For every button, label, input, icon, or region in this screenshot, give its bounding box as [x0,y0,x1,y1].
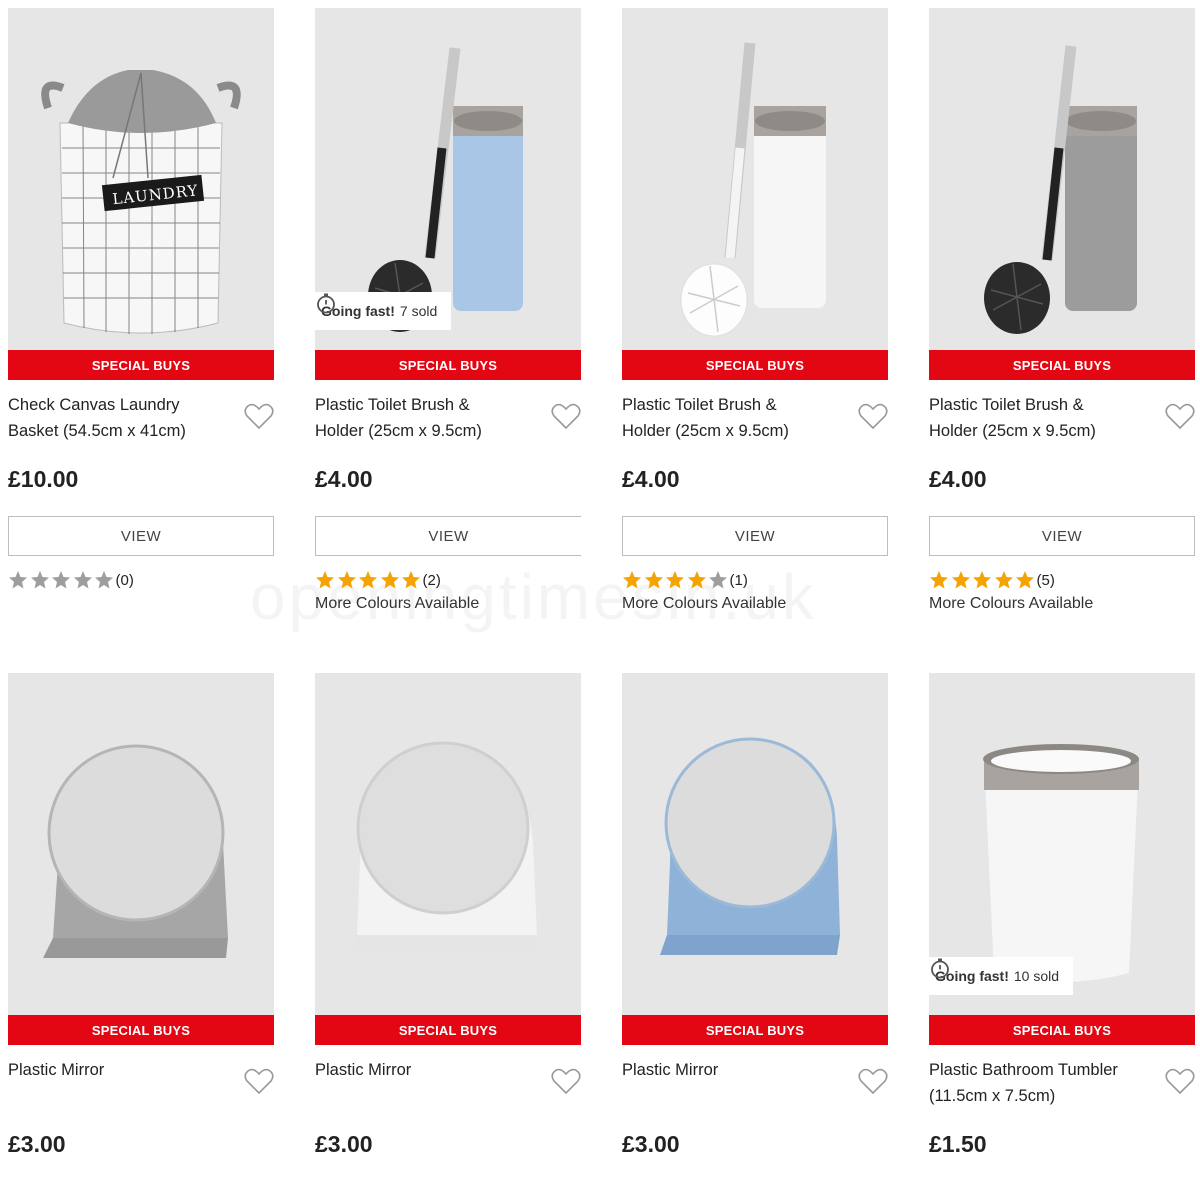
wishlist-heart-icon[interactable] [858,1067,888,1095]
star-filled-icon [402,571,420,589]
product-title[interactable]: Plastic Bathroom Tumbler (11.5cm x 7.5cm… [929,1057,1134,1109]
wishlist-heart-icon[interactable] [551,1067,581,1095]
wishlist-heart-icon[interactable] [1165,1067,1195,1095]
product-price: £3.00 [315,1131,373,1157]
wishlist-heart-icon[interactable] [858,402,888,430]
rating: (2) [315,568,581,592]
stopwatch-icon [317,293,335,314]
rating-count: (5) [1036,571,1055,589]
product-card: Going fast! 10 sold SPECIAL BUYS Plastic… [929,673,1195,1158]
rating-count: (1) [729,571,748,589]
star-filled-icon [666,571,684,589]
more-colours-text: More Colours Available [622,595,787,612]
product-title[interactable]: Plastic Mirror [315,1057,520,1109]
product-price: £4.00 [622,466,680,492]
toilet-brush-grey-image [984,45,1137,334]
rating-count: (2) [422,571,441,589]
product-card: LAUNDRY SPECIAL BUYS Check Canvas Laundr… [8,8,274,592]
special-buys-badge: SPECIAL BUYS [929,350,1195,380]
product-card: SPECIAL BUYS Plastic Mirror £3.00 [8,673,274,1158]
sold-count: 10 sold [1013,968,1060,984]
laundry-basket-image: LAUNDRY [41,70,241,334]
sold-count: 7 sold [399,303,438,319]
product-card: SPECIAL BUYS Plastic Toilet Brush & Hold… [929,8,1195,613]
product-image[interactable]: SPECIAL BUYS [622,673,888,1045]
rating-count: (0) [115,571,134,589]
product-image[interactable]: SPECIAL BUYS [8,673,274,1045]
star-filled-icon [1016,571,1034,589]
product-price: £3.00 [8,1131,66,1157]
wishlist-heart-icon[interactable] [244,402,274,430]
product-image[interactable]: SPECIAL BUYS [622,8,888,380]
product-title[interactable]: Plastic Toilet Brush & Holder (25cm x 9.… [929,392,1134,444]
rating: (5) [929,568,1195,592]
star-filled-icon [644,571,663,589]
product-image[interactable]: Going fast! 7 sold SPECIAL BUYS [315,8,581,380]
stopwatch-icon [931,958,949,979]
product-card: SPECIAL BUYS Plastic Mirror £3.00 [622,673,888,1158]
special-buys-badge: SPECIAL BUYS [622,1015,888,1045]
star-empty-icon [95,571,113,589]
product-price: £4.00 [315,466,373,492]
star-filled-icon [994,571,1013,589]
wishlist-heart-icon[interactable] [1165,402,1195,430]
mirror-blue-image [660,737,840,955]
star-filled-icon [930,571,948,589]
product-image[interactable]: SPECIAL BUYS [315,673,581,1045]
star-filled-icon [973,571,991,589]
mirror-grey-image [43,744,228,958]
special-buys-badge: SPECIAL BUYS [315,350,581,380]
star-empty-icon [73,571,92,589]
product-price: £10.00 [8,466,79,492]
star-filled-icon [951,571,970,589]
star-filled-icon [687,571,706,589]
view-button[interactable]: VIEW [315,516,581,556]
view-button[interactable]: VIEW [622,516,888,556]
rating: (0) [8,568,274,592]
rating: (1) [622,568,888,592]
product-price: £3.00 [622,1131,680,1157]
star-filled-icon [359,571,377,589]
star-empty-icon [30,571,49,589]
product-title[interactable]: Plastic Mirror [622,1057,827,1109]
product-image[interactable]: SPECIAL BUYS [929,8,1195,380]
product-price: £1.50 [929,1131,987,1157]
mirror-white-image [353,741,537,953]
product-title[interactable]: Plastic Mirror [8,1057,213,1109]
view-button[interactable]: VIEW [8,516,274,556]
wishlist-heart-icon[interactable] [244,1067,274,1095]
special-buys-badge: SPECIAL BUYS [929,1015,1195,1045]
more-colours-text: More Colours Available [929,595,1094,612]
going-fast-badge: Going fast! 7 sold [315,292,452,330]
product-price: £4.00 [929,466,987,492]
star-empty-icon [9,571,27,589]
toilet-brush-white-image [680,42,826,337]
product-title[interactable]: Check Canvas Laundry Basket (54.5cm x 41… [8,392,213,444]
special-buys-badge: SPECIAL BUYS [622,350,888,380]
star-filled-icon [623,571,641,589]
special-buys-badge: SPECIAL BUYS [8,350,274,380]
product-card: Going fast! 7 sold SPECIAL BUYS Plastic … [315,8,581,613]
star-filled-icon [337,571,356,589]
product-title[interactable]: Plastic Toilet Brush & Holder (25cm x 9.… [622,392,827,444]
product-card: SPECIAL BUYS Plastic Mirror £3.00 [315,673,581,1158]
special-buys-badge: SPECIAL BUYS [8,1015,274,1045]
star-filled-icon [316,571,334,589]
star-filled-icon [380,571,399,589]
more-colours-text: More Colours Available [315,595,480,612]
star-empty-icon [709,571,727,589]
wishlist-heart-icon[interactable] [551,402,581,430]
product-image[interactable]: LAUNDRY SPECIAL BUYS [8,8,274,380]
product-card: SPECIAL BUYS Plastic Toilet Brush & Hold… [622,8,888,613]
special-buys-badge: SPECIAL BUYS [315,1015,581,1045]
product-image[interactable]: Going fast! 10 sold SPECIAL BUYS [929,673,1195,1045]
star-empty-icon [52,571,70,589]
product-title[interactable]: Plastic Toilet Brush & Holder (25cm x 9.… [315,392,520,444]
going-fast-badge: Going fast! 10 sold [929,957,1074,995]
view-button[interactable]: VIEW [929,516,1195,556]
